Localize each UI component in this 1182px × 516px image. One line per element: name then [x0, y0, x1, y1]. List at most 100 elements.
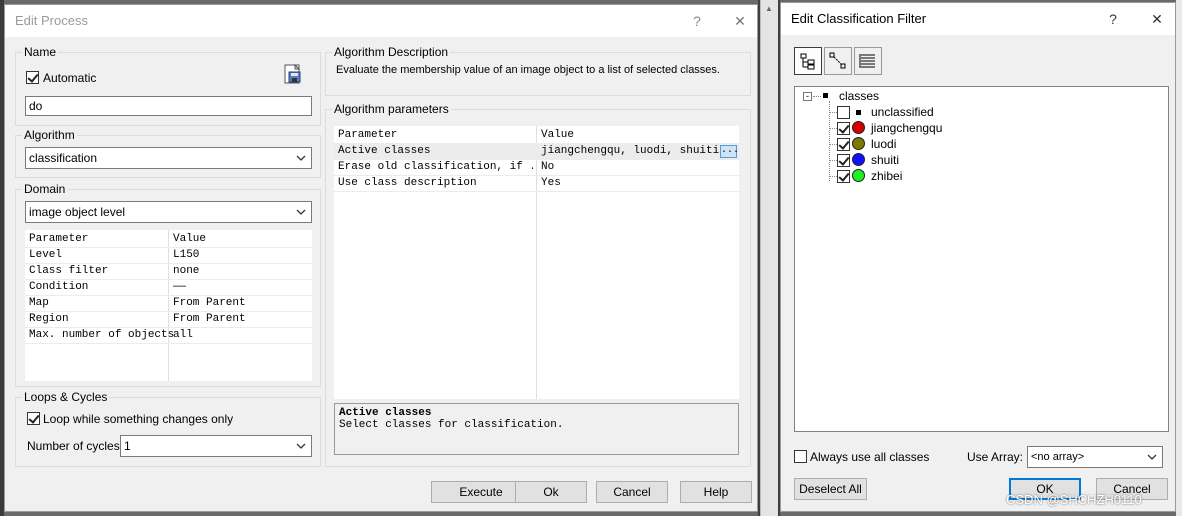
luodi-checkbox[interactable] [837, 138, 850, 151]
zhibei-checkbox[interactable] [837, 170, 850, 183]
cancel-button[interactable]: Cancel [596, 481, 668, 503]
jiangchengqu-checkbox[interactable] [837, 122, 850, 135]
table-row[interactable]: Condition —— [25, 280, 312, 296]
row-param: Max. number of objects [29, 329, 175, 341]
column-header-value: Value [541, 129, 575, 141]
domain-parameter-grid[interactable]: Parameter Value Level L150 Class filter … [25, 230, 312, 381]
row-value[interactable]: From Parent [173, 313, 246, 325]
table-row[interactable]: Map From Parent [25, 296, 312, 312]
classes-root-icon [823, 93, 828, 98]
close-icon[interactable]: ✕ [1143, 7, 1171, 31]
chevron-down-icon[interactable] [1146, 451, 1158, 463]
always-use-all-checkbox[interactable] [794, 450, 807, 463]
domain-select[interactable]: image object level [25, 201, 312, 223]
filter-title: Edit Classification Filter [791, 11, 927, 26]
tree-item-shuiti[interactable]: shuiti [871, 152, 899, 168]
row-param: Erase old classification, if ... [338, 161, 533, 173]
luodi-color-icon [852, 137, 865, 150]
table-row[interactable]: Class filter none [25, 264, 312, 280]
table-header: Parameter Value [334, 128, 739, 144]
tree-item-luodi[interactable]: luodi [871, 136, 896, 152]
column-header-value: Value [173, 233, 207, 245]
edit-process-dialog: Edit Process ? ✕ Name Automatic do Algor… [4, 4, 758, 512]
algorithm-description-label: Algorithm Description [332, 45, 451, 59]
tree-view-icon [800, 53, 815, 70]
help-icon[interactable]: ? [1099, 7, 1127, 31]
cycles-label: Number of cycles [27, 439, 120, 453]
domain-select-value: image object level [29, 205, 126, 219]
always-use-all-label: Always use all classes [810, 450, 930, 464]
table-row-selected[interactable]: Active classes jiangchengqu, luodi, shui… [334, 144, 739, 160]
collapse-icon[interactable]: - [803, 92, 812, 101]
algorithm-description-text: Evaluate the membership value of an imag… [336, 64, 720, 76]
ok-button[interactable]: Ok [515, 481, 587, 503]
help-icon[interactable]: ? [683, 9, 711, 33]
list-view-button[interactable] [854, 47, 882, 75]
row-value[interactable]: No [541, 161, 554, 173]
column-header-parameter: Parameter [29, 233, 89, 245]
tree-view-button[interactable] [794, 47, 822, 75]
row-value[interactable]: —— [173, 281, 186, 293]
chevron-down-icon[interactable] [295, 206, 307, 218]
tree-item-unclassified[interactable]: unclassified [871, 104, 934, 120]
scroll-up-icon[interactable]: ▲ [765, 4, 773, 13]
list-icon [859, 54, 875, 68]
row-value[interactable]: none [173, 265, 199, 277]
loops-group-label: Loops & Cycles [22, 390, 110, 404]
chevron-down-icon[interactable] [295, 440, 307, 452]
filter-titlebar[interactable]: Edit Classification Filter ? ✕ [781, 3, 1175, 35]
close-icon[interactable]: ✕ [726, 9, 754, 33]
row-param: Condition [29, 281, 89, 293]
tree-item-zhibei[interactable]: zhibei [871, 168, 902, 184]
unclassified-checkbox[interactable] [837, 106, 850, 119]
table-row[interactable]: Use class description Yes [334, 176, 739, 192]
parameter-info-box: Active classes Select classes for classi… [334, 403, 739, 455]
tree-root-classes[interactable]: classes [839, 88, 879, 104]
shuiti-color-icon [852, 153, 865, 166]
row-value[interactable]: Yes [541, 177, 561, 189]
shuiti-checkbox[interactable] [837, 154, 850, 167]
domain-group-label: Domain [22, 182, 68, 196]
cycles-select-value: 1 [124, 439, 131, 453]
chevron-down-icon[interactable] [295, 152, 307, 164]
algorithm-parameter-grid[interactable]: Parameter Value Active classes jiangchen… [334, 126, 739, 399]
background-window-gap: ▲ [758, 0, 780, 516]
jiangchengqu-color-icon [852, 121, 865, 134]
automatic-label: Automatic [43, 71, 97, 85]
row-param: Map [29, 297, 49, 309]
row-value[interactable]: L150 [173, 249, 199, 261]
edit-process-titlebar[interactable]: Edit Process ? ✕ [5, 5, 757, 37]
table-row[interactable]: Max. number of objects all [25, 328, 312, 344]
cycles-select[interactable]: 1 [120, 435, 312, 457]
deselect-all-button[interactable]: Deselect All [794, 478, 867, 500]
parameter-info-title: Active classes [339, 407, 432, 419]
use-array-label: Use Array: [967, 450, 1024, 464]
edit-classification-filter-dialog: Edit Classification Filter ? ✕ - classes [780, 2, 1176, 512]
hierarchy-icon [829, 52, 846, 69]
tree-item-jiangchengqu[interactable]: jiangchengqu [871, 120, 942, 136]
name-input[interactable]: do [25, 96, 312, 116]
automatic-checkbox[interactable] [26, 71, 39, 84]
save-process-icon[interactable] [282, 63, 304, 87]
unclassified-icon [856, 110, 861, 115]
background-scrollbar[interactable]: ▲ [760, 0, 778, 516]
help-button[interactable]: Help [680, 481, 752, 503]
row-value[interactable]: all [173, 329, 193, 341]
loop-label: Loop while something changes only [43, 412, 234, 426]
background-window-edge-right [1176, 0, 1182, 516]
row-value[interactable]: jiangchengqu, luodi, shuiti, ... [541, 145, 719, 157]
row-value[interactable]: From Parent [173, 297, 246, 309]
algorithm-select[interactable]: classification [25, 147, 312, 169]
algorithm-group-label: Algorithm [22, 128, 77, 142]
column-header-parameter: Parameter [338, 129, 398, 141]
table-row[interactable]: Level L150 [25, 248, 312, 264]
loop-checkbox[interactable] [27, 412, 40, 425]
table-row[interactable]: Region From Parent [25, 312, 312, 328]
group-view-button[interactable] [824, 47, 852, 75]
name-group-label: Name [22, 45, 59, 59]
watermark: CSDN @SHCHZH0110 [1006, 492, 1142, 507]
use-array-select[interactable]: <no array> [1027, 446, 1163, 468]
class-tree[interactable]: - classes unclassified jiangchengqu luod… [794, 86, 1169, 432]
ellipsis-button[interactable]: ... [720, 145, 739, 158]
table-row[interactable]: Erase old classification, if ... No [334, 160, 739, 176]
